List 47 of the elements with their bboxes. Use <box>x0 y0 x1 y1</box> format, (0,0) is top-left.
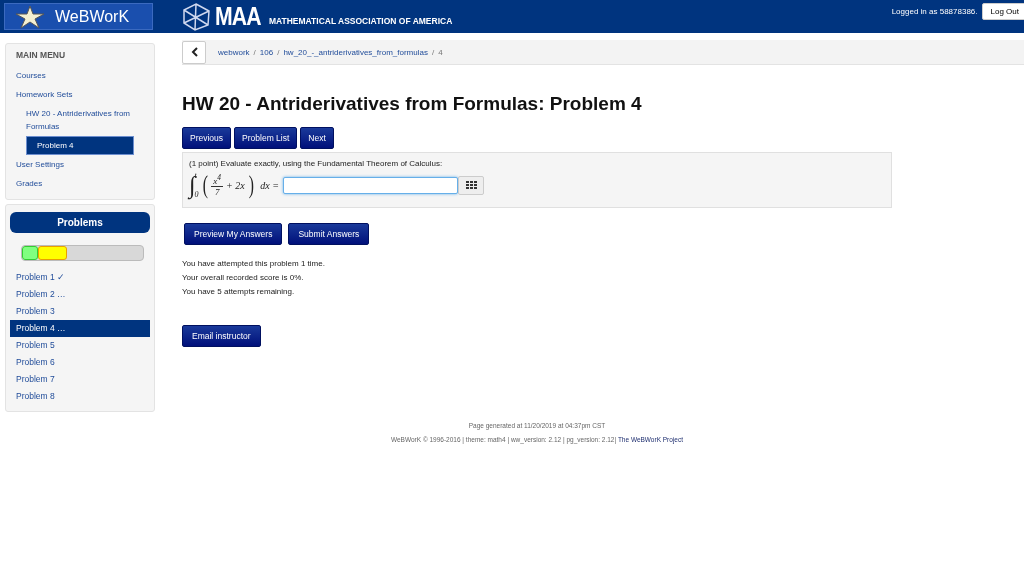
chevron-left-icon <box>190 47 198 57</box>
page-title: HW 20 - Antriderivatives from Formulas: Problem 4 <box>182 93 642 115</box>
org-name: MATHEMATICAL ASSOCIATION OF AMERICA <box>268 15 453 26</box>
breadcrumb-link[interactable]: 106 <box>259 47 274 57</box>
problem-link[interactable]: Problem 7 <box>6 371 154 388</box>
menu-link[interactable]: Grades <box>6 174 154 193</box>
breadcrumb-current: 4 <box>438 47 443 57</box>
menu-title: MAIN MENU <box>15 49 67 62</box>
problem-link[interactable]: Problem 8 <box>6 388 154 405</box>
keypad-button[interactable] <box>458 175 485 195</box>
answer-field[interactable] <box>283 176 459 194</box>
brand-name: WeBWorK <box>55 7 130 26</box>
menu-link[interactable]: HW 20 - Antriderivatives from Formulas <box>6 104 154 136</box>
menu-link[interactable]: User Settings <box>6 155 154 174</box>
attempt-message: You have attempted this problem 1 time. <box>182 258 325 270</box>
logout-button[interactable]: Log Out <box>981 3 1024 20</box>
attempt-message: Your overall recorded score is 0%. <box>182 272 305 284</box>
breadcrumb-link[interactable]: webwork <box>218 47 250 57</box>
star-logo-icon <box>15 4 45 29</box>
back-button[interactable] <box>182 40 206 64</box>
problem-prompt: (1 point) Evaluate exactly, using the Fundamental Theorem of Calculus: <box>189 159 444 168</box>
problem-link[interactable]: Problem 6 <box>6 354 154 371</box>
login-status: Logged in as 58878386. <box>891 7 978 16</box>
breadcrumb-separator: / <box>431 47 435 57</box>
problems-heading: Problems <box>10 212 150 233</box>
attempt-message: You have 5 attempts remaining. <box>182 286 296 298</box>
menu-link[interactable]: Courses <box>6 66 154 85</box>
nav-button[interactable]: Previous <box>182 127 232 149</box>
polyhedron-logo-icon <box>181 2 211 31</box>
problem-link[interactable]: Problem 2 … <box>6 286 154 303</box>
problem-link[interactable]: Problem 3 <box>6 303 154 320</box>
breadcrumb-separator: / <box>253 47 256 57</box>
problem-link[interactable]: Problem 4 … <box>10 320 150 337</box>
menu-link[interactable]: Homework Sets <box>6 85 154 104</box>
answer-button[interactable]: Preview My Answers <box>184 223 283 245</box>
nav-button[interactable]: Next <box>300 127 334 149</box>
breadcrumb-link[interactable]: hw_20_-_antriderivatives_from_formulas <box>283 47 428 57</box>
grid-icon <box>465 181 477 189</box>
menu-link[interactable]: Problem 4 <box>26 136 134 155</box>
answer-button[interactable]: Submit Answers <box>288 223 370 245</box>
problem-link[interactable]: Problem 5 <box>6 337 154 354</box>
nav-button[interactable]: Problem List <box>234 127 298 149</box>
email-instructor-button[interactable]: Email instructor <box>182 325 261 347</box>
org-logo-text: MAA <box>215 2 261 31</box>
breadcrumb-separator: / <box>277 47 280 57</box>
brand-logo[interactable]: WeBWorK <box>4 3 153 30</box>
problem-link[interactable]: Problem 1 ✓ <box>6 269 154 286</box>
